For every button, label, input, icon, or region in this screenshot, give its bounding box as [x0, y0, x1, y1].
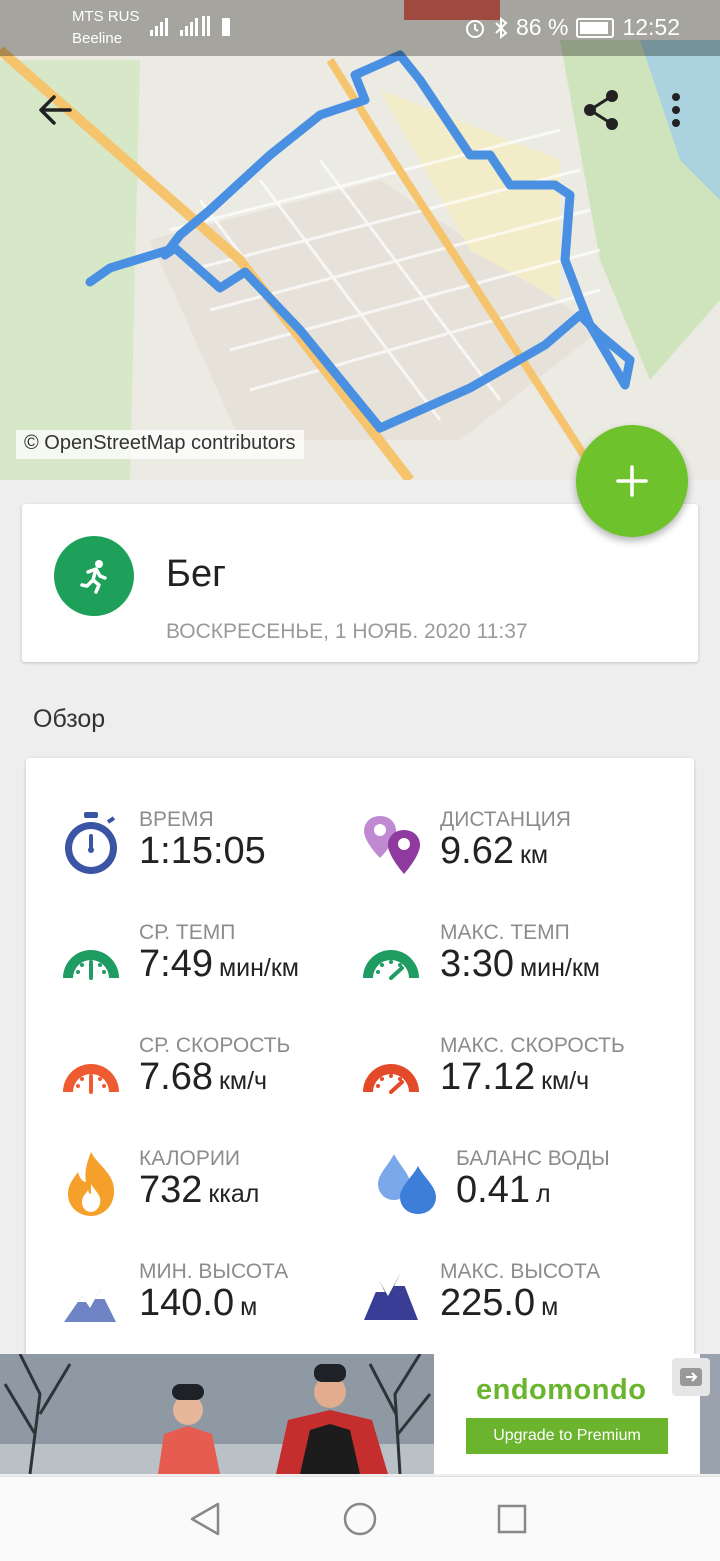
stat-value: 732	[139, 1169, 203, 1211]
signal-icon	[150, 16, 230, 36]
max-speed-gauge-icon	[363, 1064, 419, 1094]
more-button[interactable]	[666, 90, 686, 130]
stat-label: ВРЕМЯ	[139, 808, 214, 831]
nav-back-icon[interactable]	[188, 1501, 222, 1537]
stat-label: СР. СКОРОСТЬ	[139, 1034, 291, 1057]
speed-gauge-icon	[63, 1064, 119, 1094]
stat-unit: м	[240, 1293, 258, 1321]
stat-unit: мин/км	[218, 954, 299, 982]
stat-unit: ккал	[208, 1180, 260, 1208]
stat-label: БАЛАНС ВОДЫ	[456, 1147, 610, 1170]
alarm-icon	[466, 19, 484, 38]
status-bar: MTS RUS Beeline 86 % 12:52	[0, 0, 720, 56]
stat-unit: мин/км	[519, 954, 600, 982]
add-fab-button[interactable]	[576, 425, 688, 537]
mountain-min-icon	[64, 1290, 116, 1322]
stat-label: МАКС. СКОРОСТЬ	[440, 1034, 625, 1057]
stat-unit: л	[535, 1180, 551, 1208]
stat-value: 9.62	[440, 830, 514, 872]
clock: 12:52	[622, 14, 680, 40]
overview-title: Обзор	[33, 705, 106, 733]
ad-brand-logo: endomondo	[476, 1374, 647, 1406]
stat-value: 225.0	[440, 1282, 536, 1324]
stat-label: ДИСТАНЦИЯ	[440, 808, 571, 831]
map-attribution[interactable]: © OpenStreetMap contributors	[16, 430, 304, 459]
stat-label: МАКС. ВЫСОТА	[440, 1260, 601, 1283]
ad-info-icon	[680, 1368, 702, 1386]
back-button[interactable]	[36, 90, 76, 130]
route-map[interactable]: © OpenStreetMap contributors	[0, 0, 720, 480]
battery-icon	[576, 17, 615, 38]
battery-percent: 86 %	[516, 14, 569, 40]
stat-label: МИН. ВЫСОТА	[139, 1260, 289, 1283]
share-icon	[584, 90, 618, 130]
stopwatch-icon	[65, 812, 117, 874]
stat-unit: км/ч	[218, 1067, 268, 1095]
activity-date: ВОСКРЕСЕНЬЕ, 1 НОЯБ. 2020 11:37	[166, 620, 528, 643]
nav-recents-icon[interactable]	[496, 1503, 528, 1535]
stat-value: 140.0	[139, 1282, 235, 1324]
stat-unit: км	[519, 841, 549, 869]
flame-icon	[68, 1152, 115, 1216]
stat-value: 3:30	[440, 943, 514, 985]
carrier-2: Beeline	[72, 30, 123, 47]
system-nav-bar	[0, 1476, 720, 1561]
ad-choices-button[interactable]	[672, 1358, 710, 1396]
stat-value: 7.68	[139, 1056, 213, 1098]
plus-icon	[616, 465, 648, 497]
stat-label: СР. ТЕМП	[139, 921, 236, 944]
stat-value: 0.41	[456, 1169, 530, 1211]
map-pins-icon	[364, 816, 420, 874]
stat-label: КАЛОРИИ	[139, 1147, 241, 1170]
ad-banner[interactable]: endomondo Upgrade to Premium	[0, 1354, 720, 1474]
stat-value: 17.12	[440, 1056, 536, 1098]
nav-home-icon[interactable]	[342, 1501, 378, 1537]
bluetooth-icon	[495, 16, 508, 39]
water-drops-icon	[378, 1154, 436, 1214]
more-vert-icon	[672, 93, 680, 127]
share-button[interactable]	[580, 88, 622, 132]
activity-badge	[54, 536, 134, 616]
carrier-1: MTS RUS	[72, 8, 140, 25]
stat-label: МАКС. ТЕМП	[440, 921, 570, 944]
pace-gauge-icon	[63, 950, 119, 980]
running-icon	[80, 560, 107, 594]
stat-unit: км/ч	[541, 1067, 590, 1095]
stat-unit: м	[541, 1293, 559, 1321]
stat-value: 1:15:05	[139, 830, 266, 872]
ad-upgrade-button[interactable]: Upgrade to Premium	[466, 1418, 668, 1454]
ad-photo	[0, 1354, 434, 1474]
arrow-left-icon	[39, 95, 72, 125]
stat-value: 7:49	[139, 943, 213, 985]
ad-panel[interactable]: endomondo Upgrade to Premium	[434, 1354, 700, 1474]
activity-title: Бег	[166, 553, 226, 595]
mountain-max-icon	[364, 1274, 418, 1320]
max-pace-gauge-icon	[363, 950, 419, 980]
